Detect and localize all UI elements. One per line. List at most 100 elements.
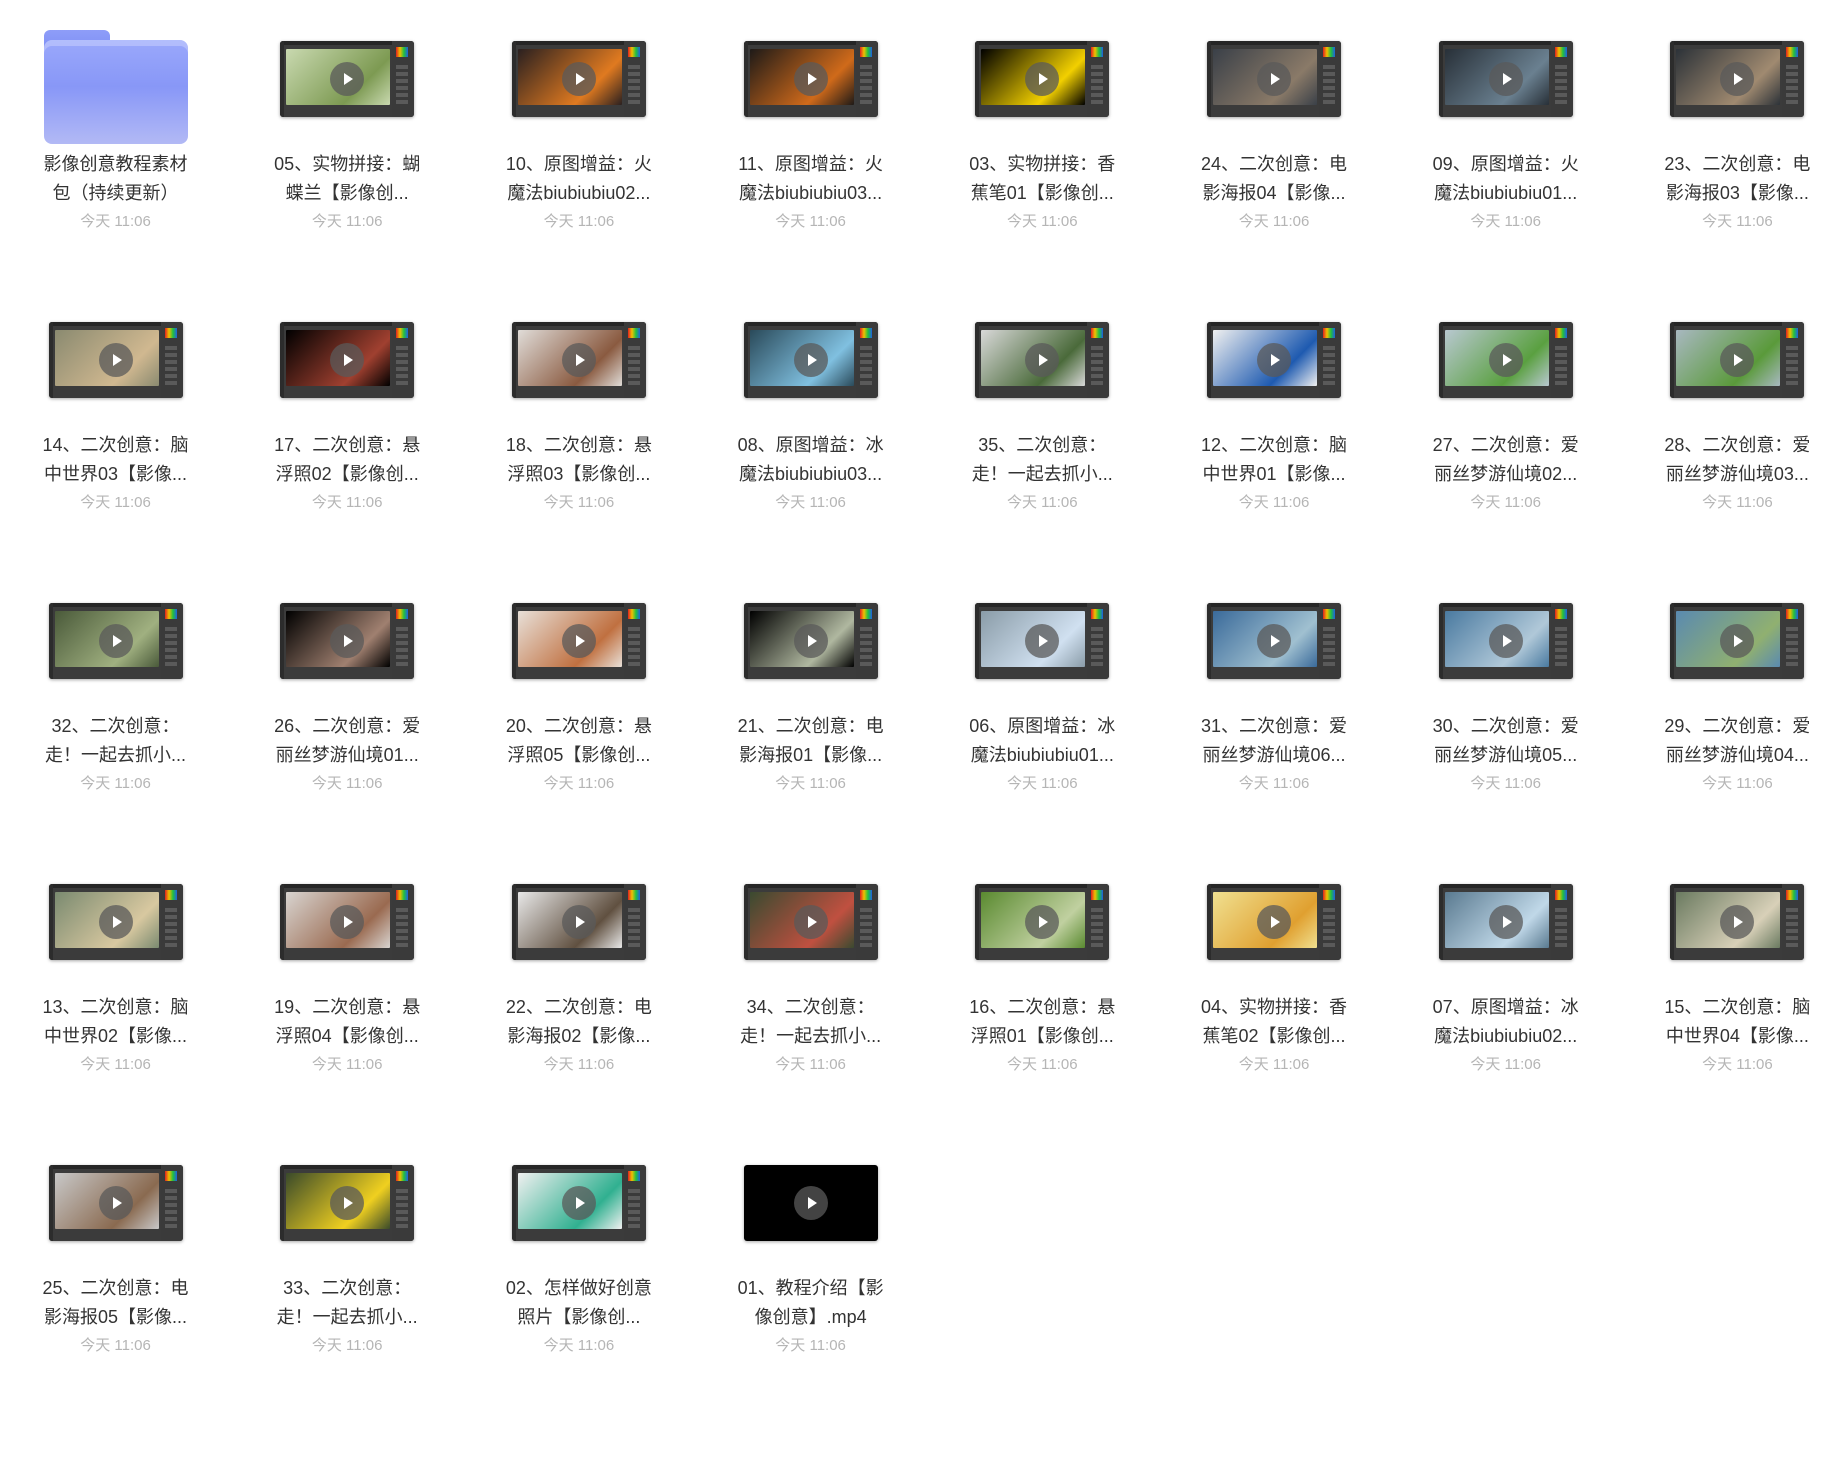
thumbnail-area	[232, 1138, 463, 1268]
video-file-item[interactable]: 25、二次创意：电 影海报05【影像... 今天 11:06	[0, 1124, 231, 1394]
file-name: 09、原图增益：火 魔法biubiubiu01...	[1432, 154, 1579, 203]
play-icon[interactable]	[793, 624, 828, 658]
folder-name: 影像创意教程素材 包（持续更新）	[43, 154, 188, 203]
play-icon[interactable]	[330, 1186, 365, 1220]
thumbnail-area	[695, 857, 926, 987]
video-file-item[interactable]: 12、二次创意：脑 中世界01【影像... 今天 11:06	[1159, 281, 1390, 551]
video-file-item[interactable]: 24、二次创意：电 影海报04【影像... 今天 11:06	[1159, 0, 1390, 270]
play-icon[interactable]	[1720, 62, 1755, 96]
video-file-item[interactable]: 20、二次创意：悬 浮照05【影像创... 今天 11:06	[463, 562, 694, 832]
video-thumbnail	[743, 603, 878, 679]
play-icon[interactable]	[330, 343, 365, 377]
video-file-item[interactable]: 02、怎样做好创意 照片【影像创... 今天 11:06	[463, 1124, 694, 1394]
video-file-item[interactable]: 28、二次创意：爱 丽丝梦游仙境03... 今天 11:06	[1622, 281, 1835, 551]
file-name: 16、二次创意：悬 浮照01【影像创...	[969, 997, 1116, 1046]
play-icon[interactable]	[98, 1186, 133, 1220]
play-icon[interactable]	[330, 905, 365, 939]
video-file-item[interactable]: 17、二次创意：悬 浮照02【影像创... 今天 11:06	[232, 281, 463, 551]
video-thumbnail	[511, 41, 646, 117]
video-file-item[interactable]: 03、实物拼接：香 蕉笔01【影像创... 今天 11:06	[927, 0, 1158, 270]
play-icon[interactable]	[1025, 905, 1060, 939]
file-name: 30、二次创意：爱 丽丝梦游仙境05...	[1432, 716, 1579, 765]
video-file-item[interactable]: 35、二次创意： 走！一起去抓小... 今天 11:06	[927, 281, 1158, 551]
video-file-item[interactable]: 05、实物拼接：蝴 蝶兰【影像创... 今天 11:06	[232, 0, 463, 270]
video-thumbnail	[48, 884, 183, 960]
play-icon[interactable]	[1257, 62, 1291, 96]
video-file-item[interactable]: 14、二次创意：脑 中世界03【影像... 今天 11:06	[0, 281, 231, 551]
play-icon[interactable]	[1720, 905, 1755, 939]
play-icon[interactable]	[1025, 624, 1060, 658]
play-icon[interactable]	[793, 343, 828, 377]
video-file-item[interactable]: 22、二次创意：电 影海报02【影像... 今天 11:06	[463, 843, 694, 1113]
video-file-item[interactable]: 01、教程介绍【影 像创意】.mp4 今天 11:06	[695, 1124, 926, 1394]
play-icon[interactable]	[98, 624, 133, 658]
video-thumbnail	[1670, 41, 1805, 117]
modified-time: 今天 11:06	[543, 775, 615, 792]
video-file-item[interactable]: 27、二次创意：爱 丽丝梦游仙境02... 今天 11:06	[1390, 281, 1621, 551]
modified-time: 今天 11:06	[1238, 1056, 1310, 1073]
file-name: 27、二次创意：爱 丽丝梦游仙境02...	[1432, 435, 1579, 484]
play-icon[interactable]	[561, 1186, 596, 1220]
play-icon[interactable]	[330, 62, 365, 96]
file-name: 24、二次创意：电 影海报04【影像...	[1200, 154, 1348, 203]
play-icon[interactable]	[98, 905, 133, 939]
file-name: 15、二次创意：脑 中世界04【影像...	[1664, 997, 1811, 1046]
thumbnail-area	[463, 857, 694, 987]
video-file-item[interactable]: 11、原图增益：火 魔法biubiubiu03... 今天 11:06	[695, 0, 926, 270]
play-icon[interactable]	[561, 624, 596, 658]
video-file-item[interactable]: 33、二次创意： 走！一起去抓小... 今天 11:06	[232, 1124, 463, 1394]
video-thumbnail	[48, 603, 183, 679]
play-icon[interactable]	[793, 1186, 828, 1220]
video-file-item[interactable]: 34、二次创意： 走！一起去抓小... 今天 11:06	[695, 843, 926, 1113]
play-icon[interactable]	[1488, 62, 1523, 96]
video-file-item[interactable]: 07、原图增益：冰 魔法biubiubiu02... 今天 11:06	[1390, 843, 1621, 1113]
thumbnail-area	[463, 576, 694, 706]
video-file-item[interactable]: 21、二次创意：电 影海报01【影像... 今天 11:06	[695, 562, 926, 832]
play-icon[interactable]	[793, 905, 828, 939]
video-thumbnail	[975, 884, 1110, 960]
play-icon[interactable]	[793, 62, 828, 96]
video-file-item[interactable]: 15、二次创意：脑 中世界04【影像... 今天 11:06	[1622, 843, 1835, 1113]
play-icon[interactable]	[1257, 624, 1291, 658]
thumbnail-area	[1159, 857, 1390, 987]
video-file-item[interactable]: 26、二次创意：爱 丽丝梦游仙境01... 今天 11:06	[232, 562, 463, 832]
play-icon[interactable]	[1720, 624, 1755, 658]
video-file-item[interactable]: 10、原图增益：火 魔法biubiubiu02... 今天 11:06	[463, 0, 694, 270]
play-icon[interactable]	[1025, 343, 1060, 377]
video-file-item[interactable]: 04、实物拼接：香 蕉笔02【影像创... 今天 11:06	[1159, 843, 1390, 1113]
video-file-item[interactable]: 29、二次创意：爱 丽丝梦游仙境04... 今天 11:06	[1622, 562, 1835, 832]
file-name: 23、二次创意：电 影海报03【影像...	[1664, 154, 1811, 203]
video-file-item[interactable]: 18、二次创意：悬 浮照03【影像创... 今天 11:06	[463, 281, 694, 551]
play-icon[interactable]	[1257, 905, 1291, 939]
video-file-item[interactable]: 09、原图增益：火 魔法biubiubiu01... 今天 11:06	[1390, 0, 1621, 270]
video-file-item[interactable]: 30、二次创意：爱 丽丝梦游仙境05... 今天 11:06	[1390, 562, 1621, 832]
file-name: 28、二次创意：爱 丽丝梦游仙境03...	[1664, 435, 1811, 484]
play-icon[interactable]	[561, 343, 596, 377]
thumbnail-area	[463, 14, 694, 144]
play-icon[interactable]	[1025, 62, 1060, 96]
folder-item[interactable]: 影像创意教程素材 包（持续更新） 今天 11:06	[0, 0, 231, 270]
modified-time: 今天 11:06	[775, 494, 846, 511]
play-icon[interactable]	[1488, 624, 1523, 658]
video-thumbnail	[975, 41, 1110, 117]
video-file-item[interactable]: 32、二次创意： 走！一起去抓小... 今天 11:06	[0, 562, 231, 832]
modified-time: 今天 11:06	[1238, 494, 1310, 511]
video-file-item[interactable]: 06、原图增益：冰 魔法biubiubiu01... 今天 11:06	[927, 562, 1158, 832]
play-icon[interactable]	[561, 905, 596, 939]
video-thumbnail	[280, 41, 415, 117]
thumbnail-area	[232, 576, 463, 706]
video-file-item[interactable]: 31、二次创意：爱 丽丝梦游仙境06... 今天 11:06	[1159, 562, 1390, 832]
play-icon[interactable]	[561, 62, 596, 96]
play-icon[interactable]	[1488, 343, 1523, 377]
play-icon[interactable]	[1720, 343, 1755, 377]
video-file-item[interactable]: 16、二次创意：悬 浮照01【影像创... 今天 11:06	[927, 843, 1158, 1113]
video-file-item[interactable]: 19、二次创意：悬 浮照04【影像创... 今天 11:06	[232, 843, 463, 1113]
file-name: 10、原图增益：火 魔法biubiubiu02...	[505, 154, 652, 203]
video-file-item[interactable]: 08、原图增益：冰 魔法biubiubiu03... 今天 11:06	[695, 281, 926, 551]
video-file-item[interactable]: 23、二次创意：电 影海报03【影像... 今天 11:06	[1622, 0, 1835, 270]
play-icon[interactable]	[98, 343, 133, 377]
video-file-item[interactable]: 13、二次创意：脑 中世界02【影像... 今天 11:06	[0, 843, 231, 1113]
play-icon[interactable]	[1488, 905, 1523, 939]
play-icon[interactable]	[330, 624, 365, 658]
play-icon[interactable]	[1257, 343, 1291, 377]
